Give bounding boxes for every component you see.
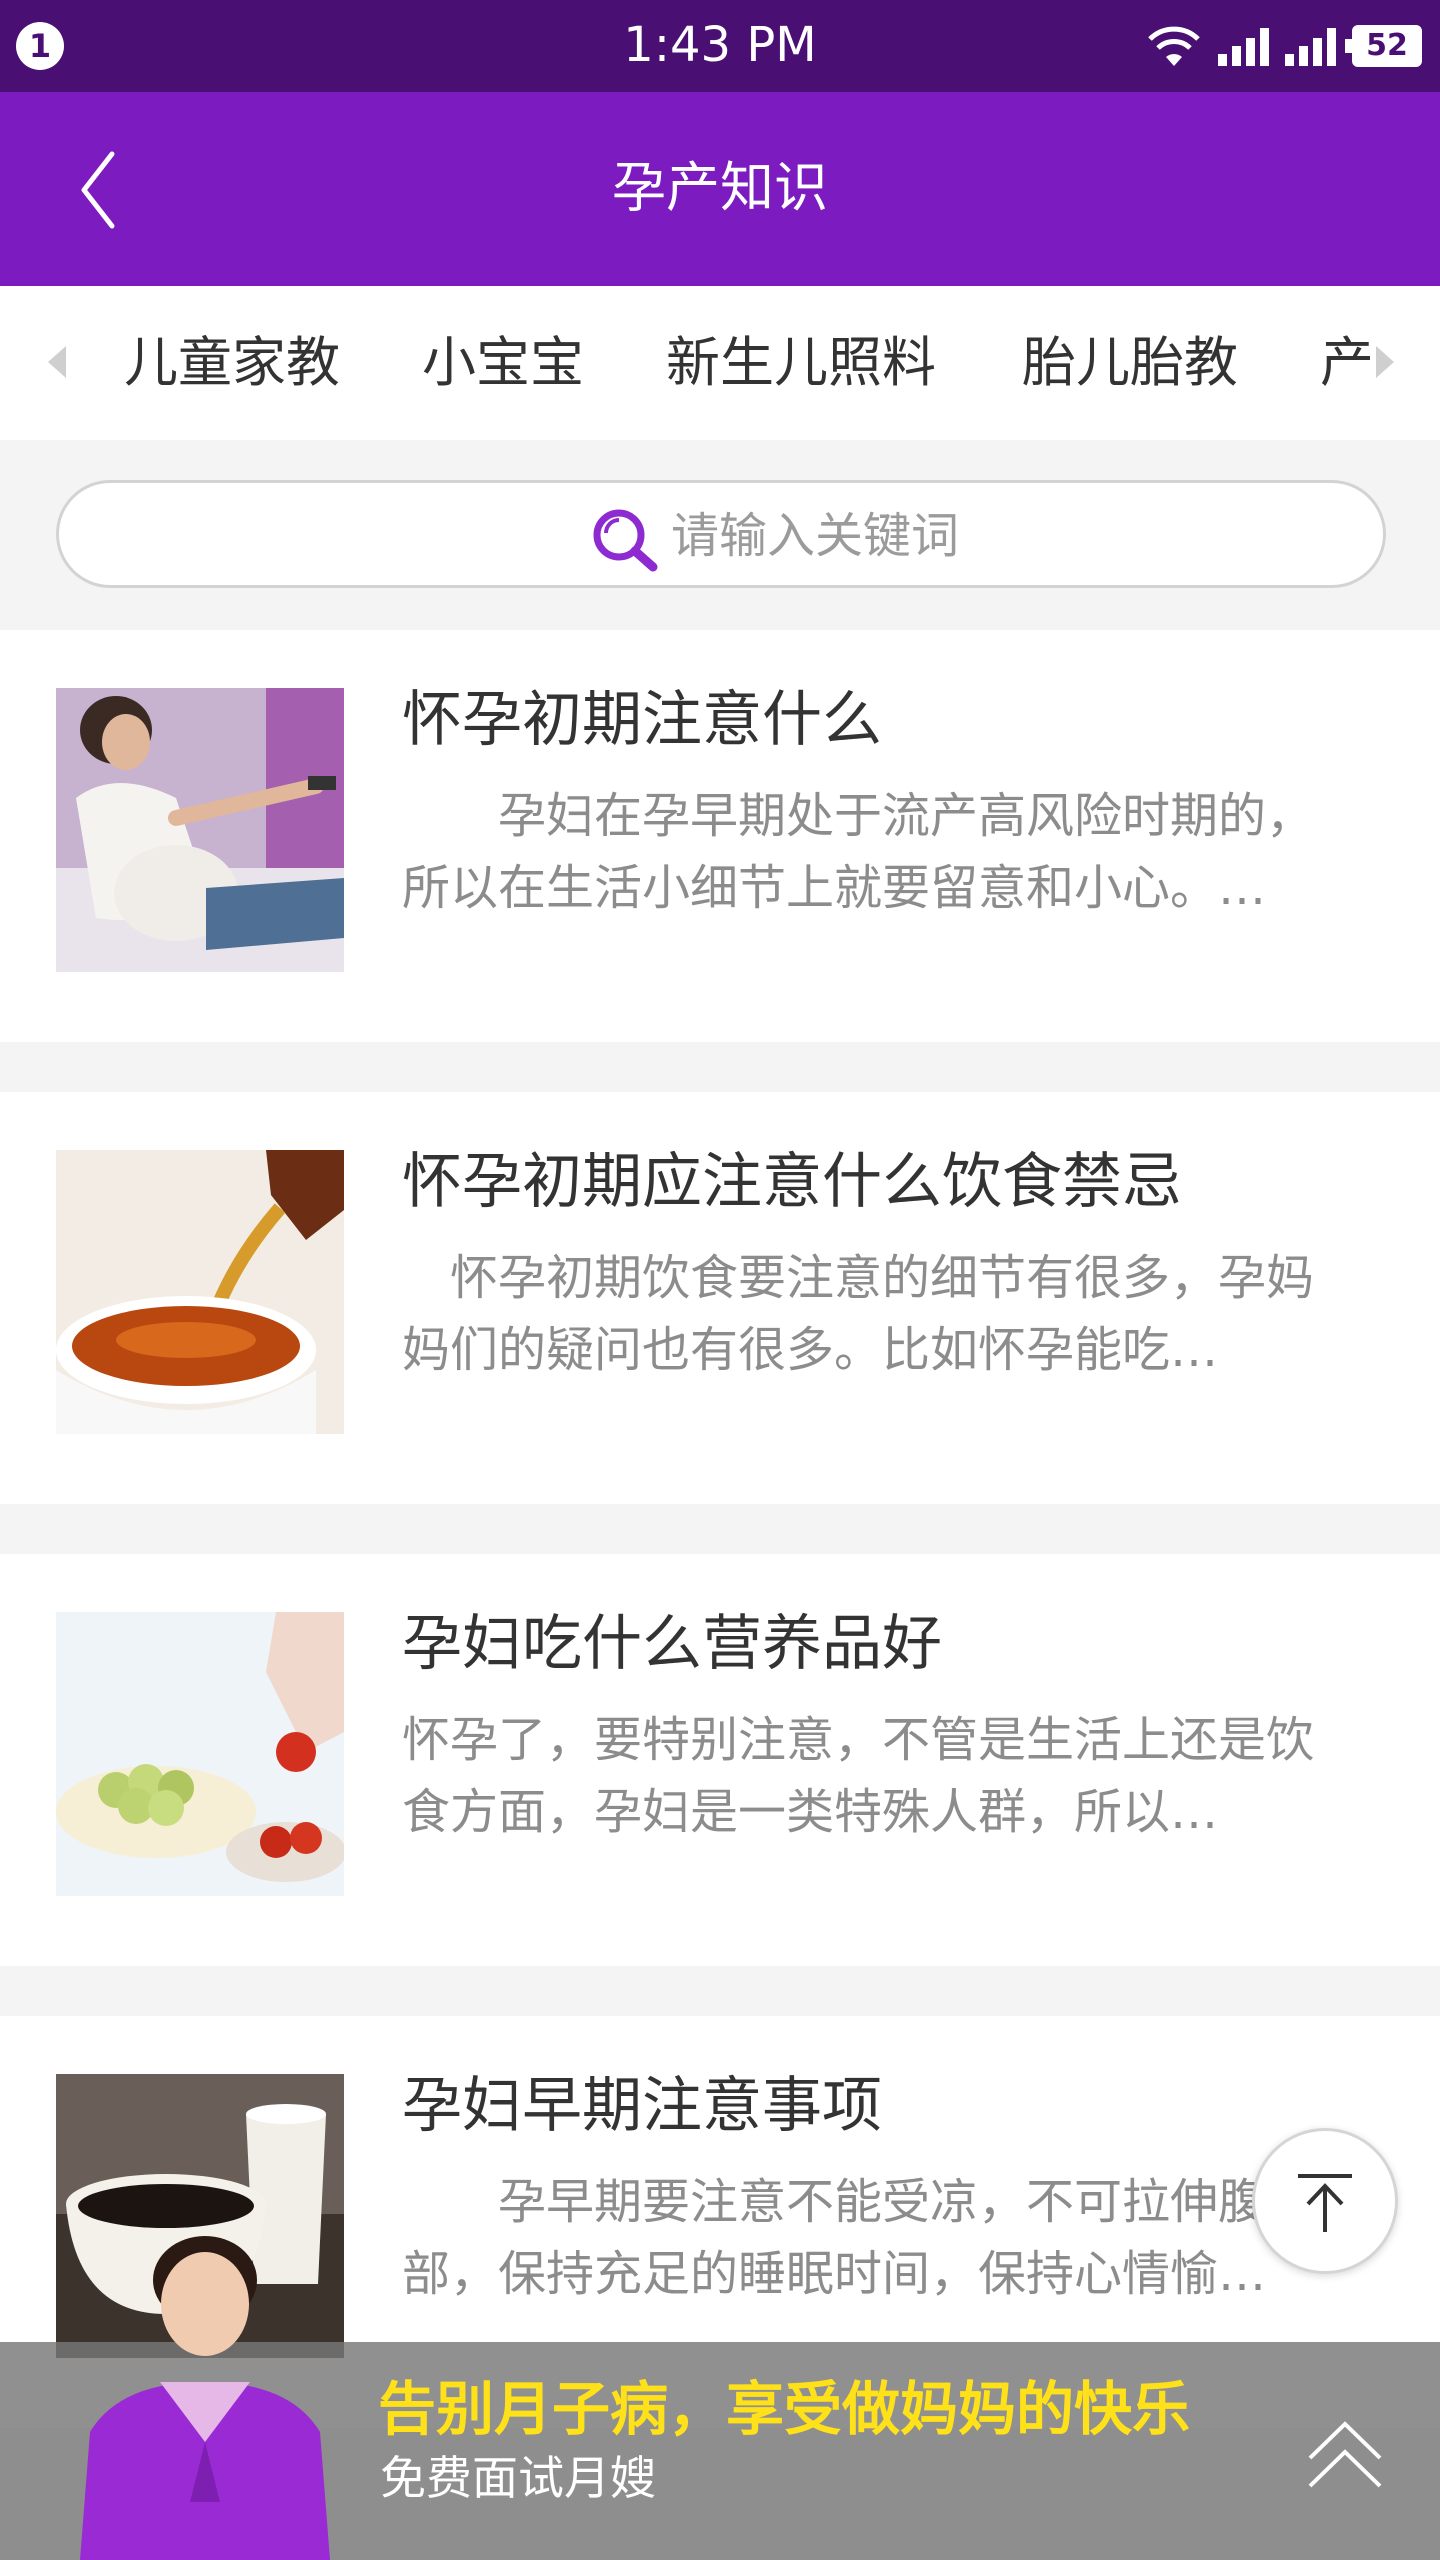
article-description: 孕早期要注意不能受凉，不可拉伸腹部，保持充足的睡眠时间，保持心情愉… (402, 2174, 1267, 2302)
status-bar: 1 1:43 PM 52 (0, 0, 1440, 92)
article-item[interactable]: 怀孕初期注意什么 孕妇在孕早期处于流产高风险时期的，所以在生活小细节上就要留意和… (0, 630, 1440, 1042)
back-to-top-button[interactable] (1252, 2128, 1398, 2274)
tab-strip: 儿童家教 小宝宝 新生儿照料 胎儿胎教 产 (100, 286, 1370, 440)
page-title: 孕产知识 (612, 156, 828, 219)
search-icon (593, 509, 658, 572)
title-bar: 孕产知识 (0, 92, 1440, 286)
tab-postpartum[interactable]: 产 (1320, 326, 1370, 400)
banner-headline: 告别月子病，享受做妈妈的快乐 (378, 2375, 1191, 2443)
double-chevron-up-icon[interactable] (1300, 2410, 1390, 2500)
tab-fetal-education[interactable]: 胎儿胎教 (1022, 326, 1238, 400)
article-description: 孕妇在孕早期处于流产高风险时期的，所以在生活小细节上就要留意和小心。… (402, 788, 1315, 916)
tab-children-education[interactable]: 儿童家教 (124, 326, 340, 400)
article-description: 怀孕初期饮食要注意的细节有很多，孕妈妈们的疑问也有很多。比如怀孕能吃… (402, 1250, 1315, 1378)
article-item[interactable]: 孕妇吃什么营养品好 怀孕了，要特别注意，不管是生活上还是饮食方面，孕妇是一类特殊… (0, 1554, 1440, 1966)
signal-icon (1218, 26, 1269, 66)
article-title: 怀孕初期注意什么 (402, 685, 882, 755)
search-placeholder: 请输入关键词 (671, 508, 960, 564)
tea-pouring-photo (56, 1150, 344, 1434)
nanny-photo (60, 2232, 350, 2560)
wifi-icon (1148, 26, 1200, 66)
article-title: 怀孕初期应注意什么饮食禁忌 (402, 1147, 1182, 1217)
banner-subtext: 免费面试月嫂 (380, 2451, 656, 2505)
category-tabs: 儿童家教 小宝宝 新生儿照料 胎儿胎教 产 (0, 286, 1440, 440)
pregnant-woman-photo (56, 688, 344, 972)
scroll-right-icon[interactable] (1370, 342, 1400, 382)
search-input[interactable]: 请输入关键词 (56, 480, 1386, 588)
battery-icon: 52 (1345, 25, 1422, 67)
scroll-left-icon[interactable] (42, 342, 72, 382)
status-icons: 52 (1146, 20, 1422, 72)
arrow-up-icon (1298, 2174, 1352, 2232)
signal-icon (1285, 26, 1336, 66)
article-item[interactable]: 怀孕初期应注意什么饮食禁忌 怀孕初期饮食要注意的细节有很多，孕妈妈们的疑问也有很… (0, 1092, 1440, 1504)
search-section: 请输入关键词 (0, 440, 1440, 630)
article-description: 怀孕了，要特别注意，不管是生活上还是饮食方面，孕妇是一类特殊人群，所以… (402, 1712, 1315, 1840)
tab-newborn-care[interactable]: 新生儿照料 (666, 326, 936, 400)
article-title: 孕妇吃什么营养品好 (402, 1609, 942, 1679)
tab-baby[interactable]: 小宝宝 (422, 326, 584, 400)
fruit-bowl-photo (56, 1612, 344, 1896)
